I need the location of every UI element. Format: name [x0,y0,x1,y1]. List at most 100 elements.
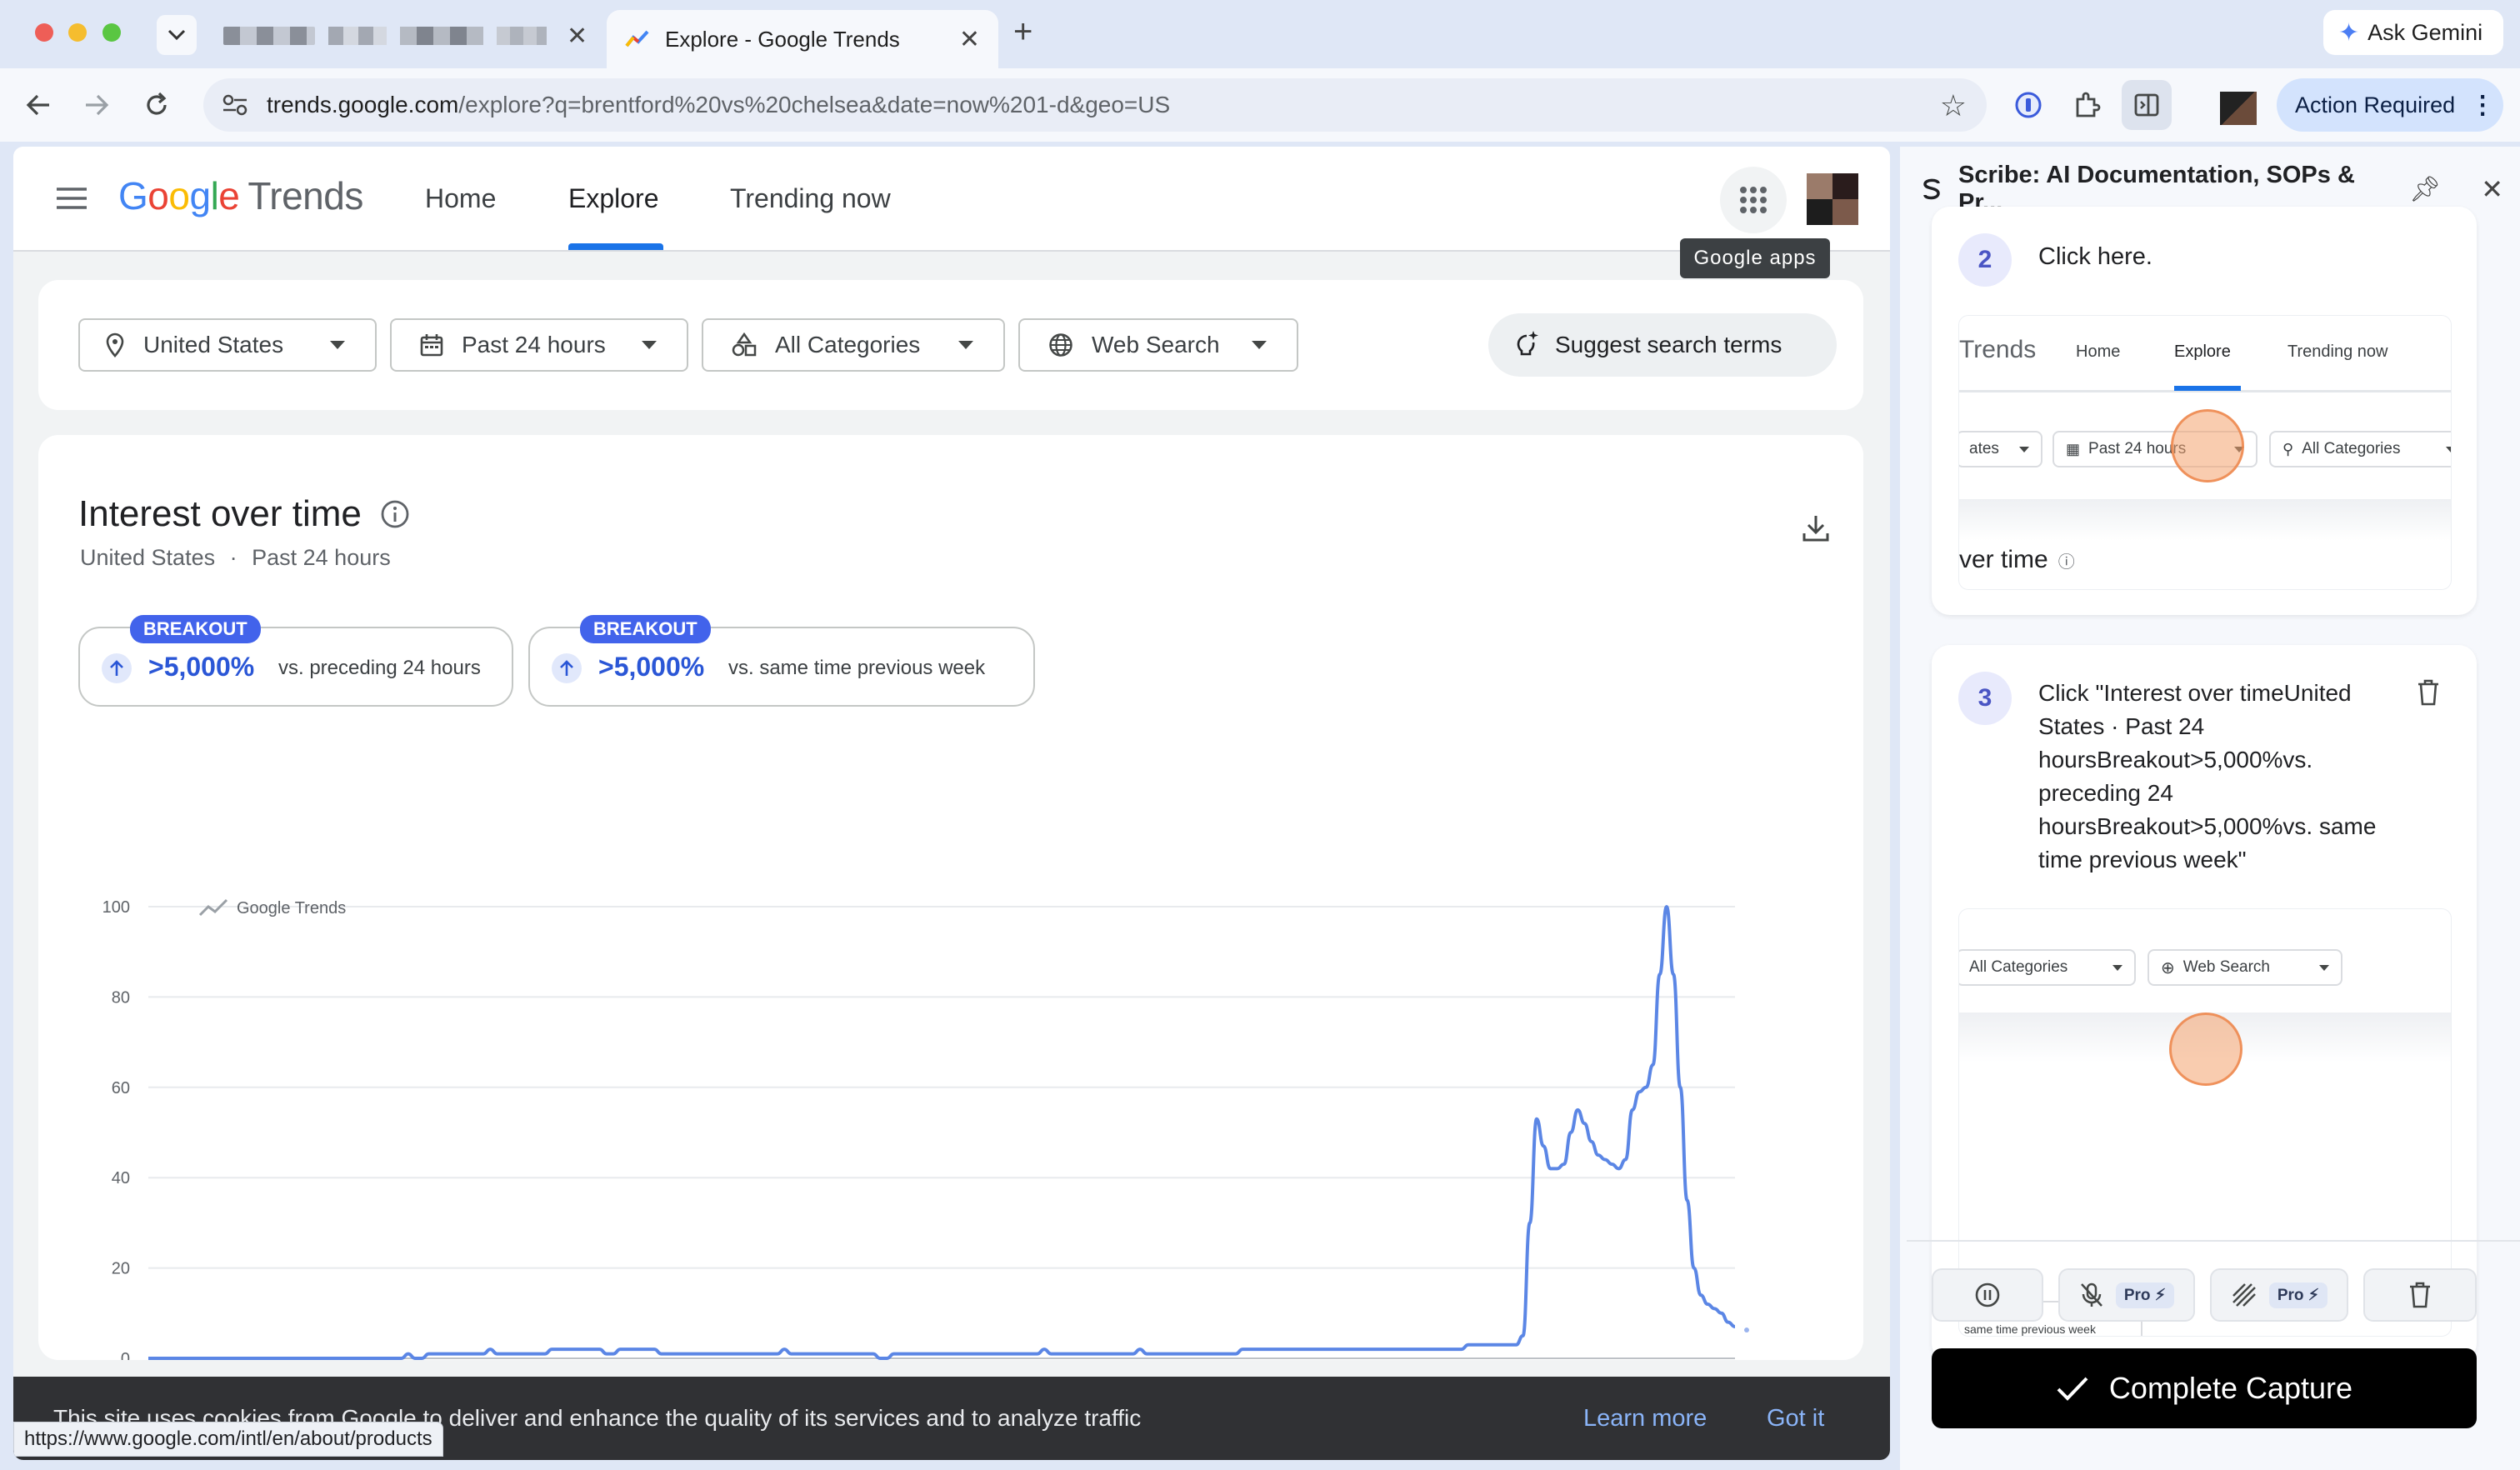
microphone-pro-button[interactable]: Pro ⚡︎ [2058,1268,2195,1322]
learn-more-link[interactable]: Learn more [1583,1405,1707,1432]
mini-heading: ver time ⓘ [1959,546,2075,574]
mini-nav-home: Home [2076,342,2121,361]
mini-category-label: All Categories [2302,440,2401,458]
mini-category-filter: ⚲ All Categories [2269,431,2451,468]
location-pin-icon [106,332,124,358]
menu-button[interactable] [57,187,87,214]
logo-letter: g [189,174,211,218]
lightbulb-sparkle-icon [1517,331,1538,356]
mini-nav-explore: Explore [2174,342,2231,361]
profile-avatar[interactable] [2220,92,2257,125]
google-apps-button[interactable] [1720,167,1787,233]
pin-icon[interactable]: 📌︎ [2409,175,2441,204]
step-screenshot[interactable]: Trends Home Explore Trending now ates ▦ P… [1958,315,2452,590]
scribe-side-panel: Scribe: AI Documentation, SOPs & Pr... 📌… [1900,147,2520,1470]
calendar-icon [420,334,443,357]
reload-icon [147,92,167,115]
filter-bar: United States Past 24 hours All Categori… [38,280,1863,410]
extensions-button[interactable] [2062,80,2112,130]
more-vert-icon[interactable]: ⋮ [2470,91,2495,120]
nav-explore[interactable]: Explore [568,183,659,214]
category-shapes-icon: ⚲ [2282,440,2294,458]
blurred-tab-title [328,27,387,45]
mini-trends-logo: Trends [1959,336,2037,363]
property-filter-label: Web Search [1092,332,1220,358]
nav-home[interactable]: Home [425,183,496,214]
close-tab-icon[interactable]: ✕ [959,25,980,54]
side-panel-button[interactable] [2122,80,2172,130]
chevron-down-icon [168,29,186,41]
account-avatar[interactable] [1807,173,1858,225]
address-bar[interactable]: trends.google.com/explore?q=brentford%20… [203,78,1987,132]
pro-badge: Pro ⚡︎ [2115,1282,2175,1308]
back-arrow-icon [26,94,49,116]
close-panel-icon[interactable]: ✕ [2481,173,2503,205]
action-required-label: Action Required [2295,92,2456,118]
pause-button[interactable] [1932,1268,2043,1322]
step-text: Click here. [2038,243,2152,270]
logo-trends: Trends [248,174,363,218]
nav-trending-now[interactable]: Trending now [730,183,891,214]
y-tick-label: 80 [112,988,130,1007]
category-shapes-icon [732,332,757,357]
tab-search-button[interactable] [157,15,197,55]
globe-icon [1049,333,1072,357]
minimize-window-button[interactable] [68,23,88,42]
pro-label: Pro [2123,1286,2151,1304]
click-indicator [2169,1012,2242,1086]
browser-toolbar: trends.google.com/explore?q=brentford%20… [0,68,2520,142]
password-manager-extension[interactable] [2003,80,2053,130]
forward-button[interactable] [72,80,122,130]
blurred-tab-title [497,27,547,45]
time-filter[interactable]: Past 24 hours [390,318,688,372]
close-tab-icon[interactable]: ✕ [567,22,588,51]
google-trends-logo[interactable]: Google Trends [118,173,363,218]
mini-property-filter: ⊕ Web Search [2148,949,2342,986]
redact-pro-button[interactable]: Pro ⚡︎ [2210,1268,2348,1322]
complete-capture-button[interactable]: Complete Capture [1932,1348,2477,1428]
caret-down-icon [642,341,657,349]
ask-gemini-button[interactable]: ✦ Ask Gemini [2323,10,2503,55]
reload-button[interactable] [132,80,182,130]
maximize-window-button[interactable] [102,23,121,42]
got-it-button[interactable]: Got it [1767,1405,1824,1432]
tab-blurred[interactable]: ✕ [215,10,590,62]
caret-down-icon [1252,341,1267,349]
pro-badge: Pro ⚡︎ [2268,1282,2328,1308]
location-filter-label: United States [143,332,284,358]
new-tab-button[interactable]: + [1013,13,1032,51]
step-card-3[interactable]: 3 Click "Interest over timeUnited States… [1932,645,2477,1362]
series-line [148,905,1736,1360]
back-button[interactable] [13,80,63,130]
property-filter[interactable]: Web Search [1018,318,1298,372]
mini-heading-label: ver time [1959,546,2048,573]
delete-capture-button[interactable] [2363,1268,2477,1322]
caret-down-icon [2112,964,2122,971]
caret-down-icon [2019,446,2029,452]
action-required-button[interactable]: Action Required ⋮ [2277,78,2503,132]
globe-icon: ⊕ [2161,958,2175,978]
suggest-search-terms-button[interactable]: Suggest search terms [1488,313,1837,377]
trends-header: Google Trends Home Explore Trending now [13,147,1890,252]
location-filter[interactable]: United States [78,318,377,372]
url-path: /explore?q=brentford%20vs%20chelsea&date… [458,92,1171,118]
y-tick-label: 20 [112,1260,130,1278]
mini-location-label: ates [1969,440,1999,458]
step-card-2[interactable]: 2 Click here. Trends Home Explore Trendi… [1932,207,2477,615]
delete-step-icon[interactable] [2417,678,2440,707]
tab-active[interactable]: Explore - Google Trends ✕ [607,10,998,68]
scribe-logo-icon [1923,178,1940,200]
logo-letter: l [210,174,219,218]
mini-category-filter: All Categories [1959,949,2136,986]
hamburger-menu-icon [57,188,87,209]
bookmark-star-icon[interactable]: ☆ [1940,88,1967,123]
close-window-button[interactable] [35,23,53,42]
mini-property-label: Web Search [2182,958,2270,976]
category-filter[interactable]: All Categories [702,318,1005,372]
status-bubble: https://www.google.com/intl/en/about/pro… [13,1422,443,1457]
mini-header: Trends Home Explore Trending now [1959,316,2451,392]
interest-over-time-card[interactable]: Interest over time United States · Past … [38,435,1863,1360]
site-settings-icon[interactable] [222,93,248,117]
window-controls [35,23,121,46]
interest-line-chart[interactable]: 020406080100Google Trends6 PM18 Fri6 AM1… [38,435,1863,1360]
